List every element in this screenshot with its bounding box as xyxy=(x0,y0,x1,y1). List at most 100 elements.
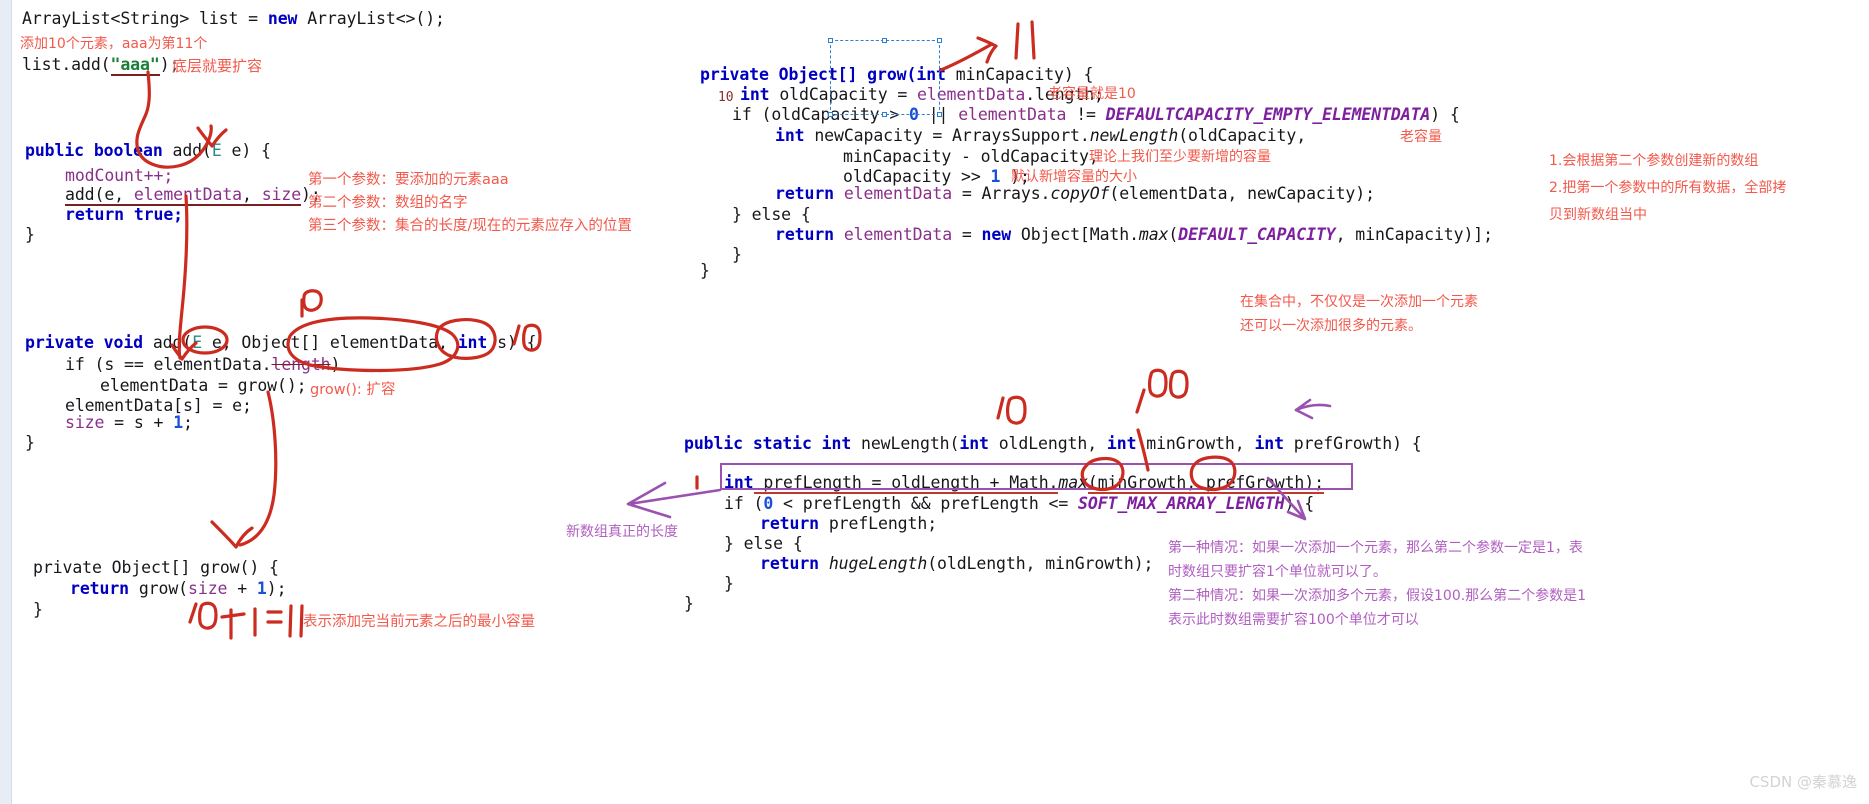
grownoarg-num: 1 xyxy=(256,579,267,598)
ink-arrowhead-mincapacity-mark xyxy=(976,36,998,64)
code-return-hugelength: return hugeLength(oldLength, minGrowth); xyxy=(760,551,1153,576)
note-copyof-step-1: 1.会根据第二个参数创建新的数组 xyxy=(1549,153,1759,169)
code-public-add-signature: public boolean add(E e) { xyxy=(25,138,271,163)
ink-100-digit-one xyxy=(1135,388,1146,414)
note-param-1: 第一个参数：要添加的元素aaa xyxy=(308,172,509,188)
iflen-length: length xyxy=(271,355,331,374)
note-real-new-array-length: 新数组真正的长度 xyxy=(566,524,678,540)
growif-elementdata: elementData xyxy=(958,105,1067,124)
note-old-capacity: 老容量 xyxy=(1400,129,1442,145)
rethuge-kw: return xyxy=(760,554,820,573)
string-literal-aaa: "aaa" xyxy=(110,55,160,76)
newlen-openparen: ( xyxy=(949,434,960,453)
newobj-elementdata: elementData xyxy=(834,225,953,244)
code-return-new-object-array: return elementData = new Object[Math.max… xyxy=(775,222,1493,247)
grownoarg-b: + xyxy=(227,579,257,598)
iflen-b: ) xyxy=(330,355,341,374)
note-default-growth-size: 默认新增容量的大小 xyxy=(1011,169,1137,185)
privateadd-params: e, Object[] elementData, xyxy=(202,333,458,352)
selection-handle-bottom-right[interactable] xyxy=(937,112,942,117)
newobj-a: = xyxy=(952,225,982,244)
screenshot-canvas: ArrayList<String> list = new ArrayList<>… xyxy=(0,0,1869,804)
ink-bar-3 xyxy=(299,604,304,638)
note-case2-line1: 第二种情况：如果一次添加多个元素，假设100.那么第二个参数是1 xyxy=(1168,588,1587,604)
code-return-true: return true; xyxy=(65,202,183,227)
method-math-max: max xyxy=(1138,225,1169,244)
note-multi-add-line2: 还可以一次添加很多的元素。 xyxy=(1240,318,1422,334)
ink-bar-2 xyxy=(288,604,293,638)
ink-newlen-digit-zero xyxy=(1005,395,1027,425)
note-copyof-step-3: 贝到新数组当中 xyxy=(1549,207,1647,223)
publicadd-tail: e) { xyxy=(221,141,271,160)
newlen-int-3: int xyxy=(1254,434,1284,453)
keyword-new: new xyxy=(267,9,298,28)
newlen-name: newLength xyxy=(861,434,950,453)
text-selection-box-mincapacity[interactable] xyxy=(828,38,942,117)
newobj-d: , minCapacity)]; xyxy=(1335,225,1493,244)
sizeinc-a: = s + xyxy=(104,413,174,432)
grownoarg-a: grow( xyxy=(129,579,189,598)
publicadd-generic-type: E xyxy=(211,141,222,160)
newcap-b: (oldCapacity, xyxy=(1178,126,1307,145)
addcall-size: size xyxy=(261,185,302,206)
privateadd-kw: private void xyxy=(25,333,153,352)
growif-neq: != xyxy=(1066,105,1106,124)
returntrue-kw: return xyxy=(65,205,125,224)
selection-handle-top-right[interactable] xyxy=(937,38,942,43)
privateadd-tail: s) { xyxy=(487,333,537,352)
privateadd-generic-type: E xyxy=(192,333,203,352)
sizeinc-field: size xyxy=(65,413,105,432)
newobj-b: Object[Math. xyxy=(1011,225,1139,244)
note-case2-line2: 表示此时数组需要扩容100个单位才可以 xyxy=(1168,612,1419,628)
publicadd-kw: public boolean xyxy=(25,141,173,160)
returntrue-val: true; xyxy=(124,205,184,224)
listadd-text-1: list.add( xyxy=(22,55,111,74)
selection-handle-bottom-middle[interactable] xyxy=(882,112,887,117)
ink-arrowhead-growmethod xyxy=(210,520,254,549)
retpref-a: prefLength; xyxy=(819,514,938,533)
grownoarg-size: size xyxy=(188,579,228,598)
newobj-return-kw: return xyxy=(775,225,835,244)
publicadd-name: add( xyxy=(172,141,212,160)
newcap-a: newCapacity = ArraysSupport. xyxy=(804,126,1090,145)
highlight-rect-preflength xyxy=(720,463,1353,490)
selection-handle-top-middle[interactable] xyxy=(882,38,887,43)
grownoarg-c: ); xyxy=(266,579,287,598)
note-copyof-step-2: 2.把第一个参数中的所有数据，全部拷 xyxy=(1549,180,1787,196)
note-case1-line1: 第一种情况：如果一次添加一个元素，那么第二个参数一定是1，表 xyxy=(1168,540,1583,556)
selection-handle-bottom-left[interactable] xyxy=(828,112,833,117)
note-case1-line2: 时数组只要扩容1个单位就可以了。 xyxy=(1168,564,1387,580)
newlenif-a: if ( xyxy=(724,494,764,513)
newobj-new-kw: new xyxy=(981,225,1012,244)
note-multi-add-line1: 在集合中，不仅仅是一次添加一个元素 xyxy=(1240,294,1478,310)
addcall-b: , xyxy=(242,185,262,206)
code-newlength-inner-close: } xyxy=(724,574,734,593)
privateadd-int-kw: int xyxy=(457,333,488,352)
ink-bottom-digit-zero xyxy=(197,601,218,630)
code-size-increment: size = s + 1; xyxy=(65,410,193,435)
method-hugelength: hugeLength xyxy=(819,554,928,573)
rethuge-a: (oldLength, minGrowth); xyxy=(927,554,1154,573)
copyof-b: (elementData, newCapacity); xyxy=(1109,184,1375,203)
method-newlength-call: newLength xyxy=(1089,126,1179,145)
ink-purple-arrow-shaft-left xyxy=(627,488,722,506)
const-soft-max-array-length: SOFT_MAX_ARRAY_LENGTH xyxy=(1078,494,1285,513)
newlen-p1: oldLength, xyxy=(988,434,1107,453)
note-grow-expand: grow(): 扩容 xyxy=(310,382,396,398)
newlenif-c: ) { xyxy=(1284,494,1315,513)
newlen-p3: prefGrowth) { xyxy=(1283,434,1422,453)
code-declaration-line: ArrayList<String> list = new ArrayList<>… xyxy=(22,6,445,31)
privateadd-name: add( xyxy=(152,333,193,352)
code-grow-inner-close: } xyxy=(732,245,742,264)
selection-handle-top-left[interactable] xyxy=(828,38,833,43)
ink-100-digit-zero-a xyxy=(1147,368,1168,398)
ink-purple-arrow-top-right xyxy=(1294,403,1332,412)
newlen-kw: public static int xyxy=(684,434,862,453)
newobj-c: ( xyxy=(1168,225,1179,244)
iflen-a: if (s == elementData. xyxy=(65,355,272,374)
note-min-capacity-after-add: 表示添加完当前元素之后的最小容量 xyxy=(303,614,535,630)
newlen-p2: minGrowth, xyxy=(1136,434,1255,453)
newlen-int-2: int xyxy=(1106,434,1137,453)
copyof-return-kw: return xyxy=(775,184,835,203)
code-newlength-signature: public static int newLength( int oldLengt… xyxy=(684,431,1422,456)
